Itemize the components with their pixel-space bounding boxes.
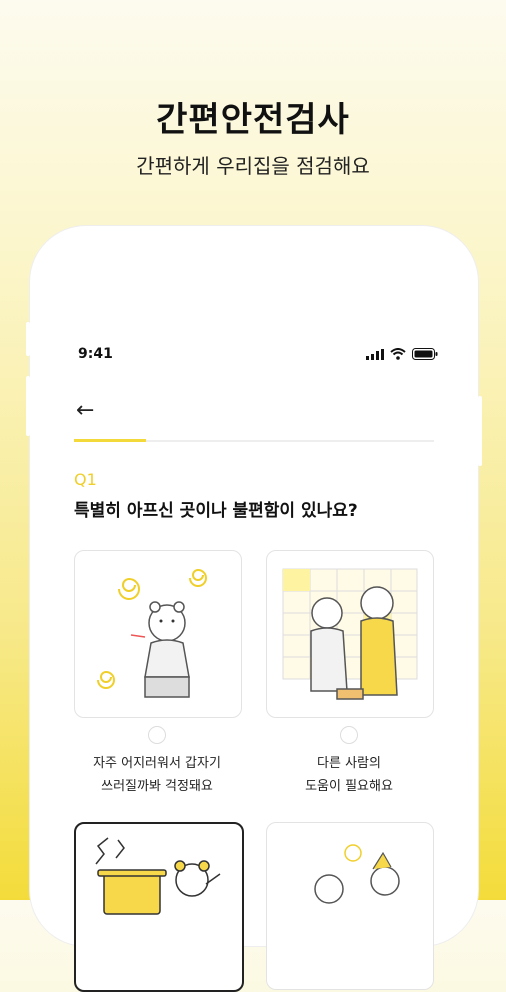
status-icons: [366, 348, 438, 360]
option-radio-dizzy[interactable]: [148, 726, 166, 744]
option-caption-line: 도움이 필요해요: [305, 779, 393, 794]
arrow-left-icon: ←: [76, 398, 95, 423]
bears-illustration: [314, 844, 400, 904]
phone-frame: 9:41 ← Q1 특별히 아프신 곳이나 불편함이 있나요? 자주 어지러워서…: [26, 226, 482, 992]
option-radio-need-help[interactable]: [340, 726, 358, 744]
phone-volume-button: [26, 376, 30, 436]
option-caption-line: 쓰러질까봐 걱정돼요: [101, 779, 213, 794]
question-text: 특별히 아프신 곳이나 불편함이 있나요?: [74, 501, 358, 521]
progress-bar: [74, 439, 434, 442]
option-card-dizzy[interactable]: [74, 550, 242, 718]
stove-bear-illustration: [95, 837, 221, 915]
option-card-stove[interactable]: [74, 822, 244, 992]
battery-icon: [412, 348, 438, 360]
progress-fill: [74, 439, 146, 442]
promo-subtitle: 간편하게 우리집을 점검해요: [136, 154, 370, 178]
phone-side-button: [26, 322, 30, 356]
option-caption-line: 자주 어지러워서 갑자기: [93, 756, 221, 771]
promo-title: 간편안전검사: [156, 100, 350, 140]
option-caption-dizzy: 자주 어지러워서 갑자기 쓰러질까봐 걱정돼요: [57, 752, 257, 798]
wifi-icon: [390, 348, 406, 360]
back-button[interactable]: ←: [76, 398, 94, 423]
option-card-other[interactable]: [266, 822, 434, 990]
phone-power-button: [478, 396, 482, 466]
option-card-need-help[interactable]: [266, 550, 434, 718]
question-number: Q1: [74, 470, 97, 489]
signal-icon: [366, 348, 384, 360]
status-time: 9:41: [78, 346, 113, 362]
option-caption-line: 다른 사람의: [317, 756, 381, 771]
dizzy-bear-illustration: [97, 568, 207, 698]
option-caption-need-help: 다른 사람의 도움이 필요해요: [249, 752, 449, 798]
helping-bears-illustration: [282, 568, 418, 700]
